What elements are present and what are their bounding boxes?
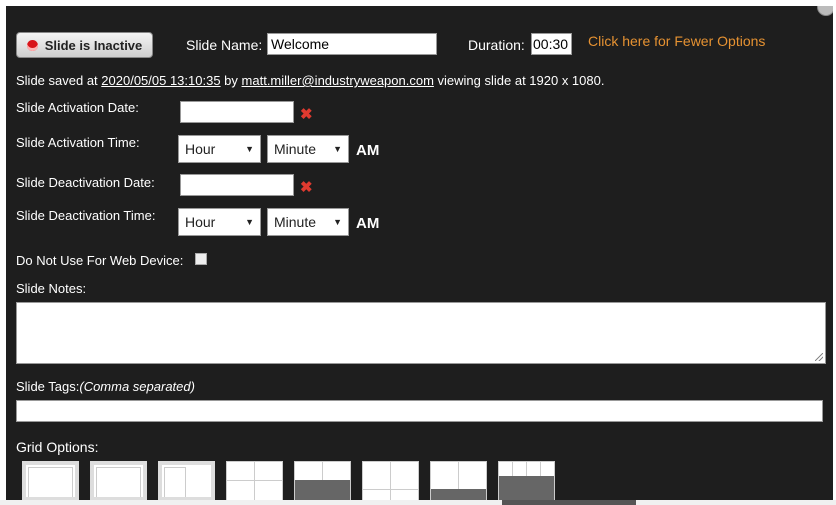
activation-date-label: Slide Activation Date: <box>16 100 139 115</box>
saved-timestamp-link[interactable]: 2020/05/05 13:10:35 <box>101 73 220 88</box>
duration-label: Duration: <box>468 37 525 53</box>
grid-option-7[interactable] <box>430 461 487 500</box>
duration-input[interactable] <box>531 33 572 55</box>
chevron-down-icon: ▼ <box>245 144 254 154</box>
chevron-down-icon: ▼ <box>245 217 254 227</box>
slide-name-input[interactable] <box>267 33 437 55</box>
clear-activation-date-icon[interactable]: ✖ <box>300 105 313 123</box>
fewer-options-link[interactable]: Click here for Fewer Options <box>588 33 765 49</box>
deactivation-hour-select[interactable]: Hour ▼ <box>178 208 261 236</box>
deactivation-date-label: Slide Deactivation Date: <box>16 175 155 190</box>
resize-grip-icon[interactable] <box>815 353 823 361</box>
horizontal-scrollbar[interactable] <box>0 500 836 505</box>
grid-option-2[interactable] <box>90 461 147 500</box>
activation-hour-select[interactable]: Hour ▼ <box>178 135 261 163</box>
status-dot-icon <box>26 39 38 51</box>
saved-info-suffix: viewing slide at 1920 x 1080. <box>433 73 605 88</box>
activation-date-input[interactable] <box>180 101 294 123</box>
grid-option-5[interactable] <box>294 461 351 500</box>
slide-status-button[interactable]: Slide is Inactive <box>16 32 153 58</box>
scrollbar-thumb[interactable] <box>502 500 636 505</box>
status-button-label: Slide is Inactive <box>44 37 143 53</box>
activation-minute-select[interactable]: Minute ▼ <box>267 135 349 163</box>
close-icon[interactable] <box>817 6 833 16</box>
chevron-down-icon: ▼ <box>333 144 342 154</box>
activation-minute-value: Minute <box>274 141 317 157</box>
grid-option-3[interactable] <box>158 461 215 500</box>
tags-label-text: Slide Tags: <box>16 379 80 394</box>
tags-input[interactable] <box>16 400 823 422</box>
grid-option-4[interactable] <box>226 461 283 500</box>
deactivation-hour-value: Hour <box>185 214 216 230</box>
grid-options-label: Grid Options: <box>16 439 99 455</box>
deactivation-minute-select[interactable]: Minute ▼ <box>267 208 349 236</box>
tags-label: Slide Tags:(Comma separated) <box>16 379 195 394</box>
slide-settings-panel: Slide is Inactive Slide Name: Duration: … <box>6 6 833 500</box>
grid-option-8[interactable] <box>498 461 555 500</box>
grid-option-1[interactable] <box>22 461 79 500</box>
web-device-label: Do Not Use For Web Device: <box>16 253 184 268</box>
saved-info-by: by <box>220 73 242 88</box>
deactivation-time-label: Slide Deactivation Time: <box>16 208 156 223</box>
activation-ampm[interactable]: AM <box>356 142 379 159</box>
chevron-down-icon: ▼ <box>333 217 342 227</box>
web-device-checkbox[interactable] <box>195 253 207 265</box>
grid-option-6[interactable] <box>362 461 419 500</box>
deactivation-ampm[interactable]: AM <box>356 215 379 232</box>
saved-user-link[interactable]: matt.miller@industryweapon.com <box>242 73 434 88</box>
deactivation-date-input[interactable] <box>180 174 294 196</box>
saved-info: Slide saved at 2020/05/05 13:10:35 by ma… <box>16 73 604 88</box>
slide-name-label: Slide Name: <box>186 37 263 53</box>
saved-info-prefix: Slide saved at <box>16 73 102 88</box>
activation-hour-value: Hour <box>185 141 216 157</box>
tags-hint: (Comma separated) <box>79 379 195 394</box>
notes-label: Slide Notes: <box>16 281 87 296</box>
clear-deactivation-date-icon[interactable]: ✖ <box>300 178 313 196</box>
deactivation-minute-value: Minute <box>274 214 317 230</box>
activation-time-label: Slide Activation Time: <box>16 135 140 150</box>
notes-textarea[interactable] <box>16 302 826 364</box>
